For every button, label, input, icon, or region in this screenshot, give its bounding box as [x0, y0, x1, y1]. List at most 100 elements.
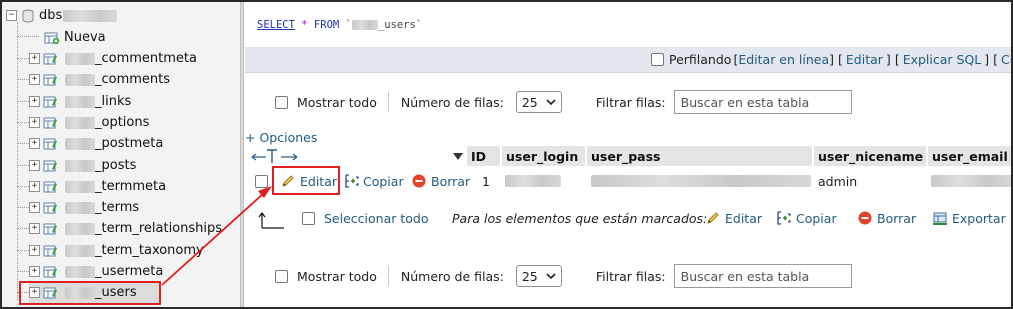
bulk-edit-label[interactable]: Editar — [725, 211, 762, 226]
cell-user-email-redacted[interactable] — [931, 175, 1011, 187]
row-delete-label[interactable]: Borrar — [431, 174, 470, 189]
sidebar-table-label[interactable]: _terms — [95, 200, 139, 215]
sidebar-table-label[interactable]: _links — [95, 94, 131, 109]
profiling-label: Perfilando — [669, 52, 732, 67]
sidebar-table-item[interactable]: + _links — [29, 91, 267, 112]
separator — [387, 266, 389, 286]
sidebar-table-label[interactable]: _termmeta — [95, 179, 166, 194]
table-structure-icon[interactable] — [43, 95, 61, 109]
separator — [387, 92, 389, 112]
explain-sql-link[interactable]: Explicar SQL — [903, 52, 982, 67]
database-icon — [21, 9, 35, 23]
column-resize-arrows-icon[interactable] — [251, 148, 299, 164]
sidebar-table-label[interactable]: _options — [95, 115, 149, 130]
bulk-copy-button[interactable]: Copiar — [776, 207, 837, 229]
expand-icon[interactable]: + — [29, 53, 40, 64]
expand-icon[interactable]: + — [29, 266, 40, 277]
select-arrow-icon — [258, 212, 284, 229]
cell-user-nicename[interactable]: admin — [818, 174, 857, 189]
row-delete-action[interactable]: Borrar — [411, 170, 470, 192]
expand-icon[interactable]: + — [29, 117, 40, 128]
expand-icon[interactable]: + — [29, 160, 40, 171]
collapse-icon[interactable]: − — [6, 10, 17, 21]
sidebar-table-item[interactable]: + _options — [29, 112, 267, 133]
table-structure-icon[interactable] — [43, 73, 61, 87]
bulk-copy-label[interactable]: Copiar — [796, 211, 837, 226]
bulk-export-label[interactable]: Exportar — [952, 211, 1006, 226]
edit-query-link[interactable]: Editar — [846, 52, 883, 67]
sidebar-table-item[interactable]: + _postmeta — [29, 133, 267, 154]
sidebar-table-item[interactable]: + _usermeta — [29, 261, 267, 282]
sidebar-table-item[interactable]: + _terms — [29, 197, 267, 218]
sidebar-table-item[interactable]: + _posts — [29, 155, 267, 176]
create-php-link[interactable]: Crear — [1001, 52, 1011, 67]
users-table-highlight-box — [19, 281, 161, 305]
show-all-checkbox[interactable] — [275, 95, 288, 109]
table-structure-icon[interactable] — [43, 201, 61, 215]
database-node[interactable]: − dbs — [6, 5, 244, 26]
sidebar-table-label[interactable]: _term_taxonomy — [95, 243, 204, 258]
sql-select-keyword[interactable]: SELECT — [257, 19, 295, 31]
expand-icon[interactable]: + — [29, 96, 40, 107]
expand-icon[interactable]: + — [29, 181, 40, 192]
select-all-checkbox[interactable] — [302, 212, 315, 225]
bulk-export-button[interactable]: Exportar — [932, 207, 1006, 229]
select-all-label[interactable]: Seleccionar todo — [324, 211, 428, 226]
expand-icon[interactable]: + — [29, 245, 40, 256]
expand-icon[interactable]: + — [29, 138, 40, 149]
expand-icon[interactable]: + — [29, 202, 40, 213]
pane-splitter[interactable] — [240, 2, 244, 307]
sidebar-table-label[interactable]: _usermeta — [95, 264, 163, 279]
filter-rows-input[interactable]: Buscar en esta tabla — [673, 264, 852, 288]
sidebar-table-item[interactable]: + _commentmeta — [29, 48, 267, 69]
column-header-user-login[interactable]: user_login — [502, 146, 586, 166]
sidebar-table-label[interactable]: _postmeta — [95, 136, 163, 151]
table-structure-icon[interactable] — [43, 265, 61, 279]
sidebar-table-item[interactable]: + _term_relationships — [29, 218, 267, 239]
export-icon — [933, 212, 947, 225]
options-link[interactable]: + Opciones — [245, 130, 317, 145]
expand-icon[interactable]: + — [29, 74, 40, 85]
redacted-text — [65, 137, 95, 150]
show-all-label[interactable]: Mostrar todo — [297, 95, 377, 110]
table-structure-icon[interactable] — [43, 116, 61, 130]
row-select-checkbox[interactable] — [255, 175, 268, 188]
column-header-user-email[interactable]: user_email — [928, 146, 1011, 166]
sidebar-table-item[interactable]: + _termmeta — [29, 176, 267, 197]
row-copy-label[interactable]: Copiar — [363, 174, 404, 189]
profiling-checkbox[interactable] — [651, 53, 664, 66]
table-structure-icon[interactable] — [43, 180, 61, 194]
column-header-user-nicename[interactable]: user_nicename — [814, 146, 927, 166]
bulk-delete-label[interactable]: Borrar — [877, 211, 916, 226]
new-table-label: Nueva — [64, 30, 106, 45]
rows-select[interactable]: 25 — [515, 265, 562, 287]
table-structure-icon[interactable] — [43, 222, 61, 236]
sidebar-table-item[interactable]: + _term_taxonomy — [29, 240, 267, 261]
row-copy-action[interactable]: Copiar — [344, 170, 404, 192]
sidebar-table-item[interactable]: + _comments — [29, 69, 267, 90]
expand-icon[interactable]: + — [29, 223, 40, 234]
show-all-checkbox[interactable] — [275, 269, 288, 283]
cell-user-pass-redacted[interactable] — [591, 175, 811, 187]
cell-user-login-redacted[interactable] — [505, 175, 561, 187]
cell-id[interactable]: 1 — [482, 174, 490, 189]
show-all-label[interactable]: Mostrar todo — [297, 269, 377, 284]
sidebar-table-label[interactable]: _term_relationships — [95, 221, 222, 236]
redacted-text — [351, 20, 378, 30]
sidebar-table-label[interactable]: _comments — [95, 72, 170, 87]
filter-rows-label: Filtrar filas: — [595, 268, 666, 284]
sort-dropdown-icon[interactable] — [453, 152, 463, 160]
column-header-user-pass[interactable]: user_pass — [587, 146, 813, 166]
sidebar-table-label[interactable]: _commentmeta — [95, 51, 197, 66]
table-structure-icon[interactable] — [43, 159, 61, 173]
table-structure-icon[interactable] — [43, 52, 61, 66]
edit-inline-link[interactable]: Editar en línea — [738, 52, 829, 67]
rows-select[interactable]: 25 — [515, 91, 562, 113]
bulk-edit-button[interactable]: Editar — [705, 207, 762, 229]
column-header-id[interactable]: ID — [467, 146, 501, 166]
filter-rows-input[interactable]: Buscar en esta tabla — [673, 90, 852, 114]
bulk-delete-button[interactable]: Borrar — [857, 207, 916, 229]
table-structure-icon[interactable] — [43, 137, 61, 151]
table-structure-icon[interactable] — [43, 244, 61, 258]
sidebar-table-label[interactable]: _posts — [95, 158, 136, 173]
